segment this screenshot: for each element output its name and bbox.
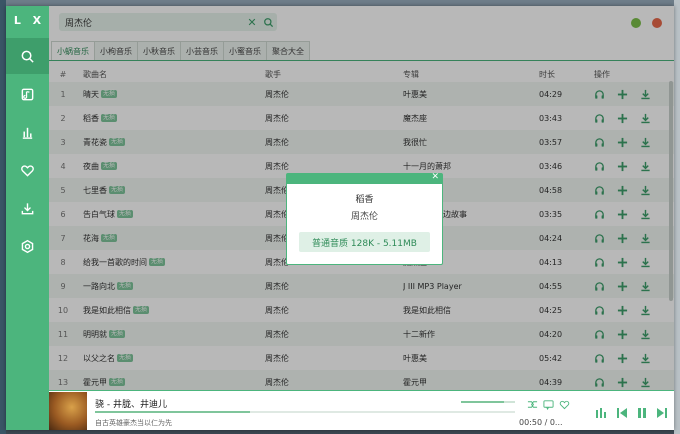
comment-icon[interactable] xyxy=(543,399,554,410)
sidebar-item-settings[interactable] xyxy=(6,228,49,264)
volume-slider[interactable] xyxy=(461,401,515,403)
progress-bar[interactable] xyxy=(95,411,515,413)
next-track-icon[interactable] xyxy=(655,406,669,420)
heart-icon xyxy=(21,164,34,177)
download-icon xyxy=(21,202,34,214)
leaderboard-icon xyxy=(22,127,33,139)
volume-fill xyxy=(461,401,505,403)
playlist-icon[interactable] xyxy=(594,406,608,420)
pause-icon[interactable] xyxy=(635,406,649,420)
player-bar: 骁 - 井胧、井迪儿 自古英雄豪杰当以仁为先 00:50 / 0... xyxy=(49,390,674,430)
songlist-icon xyxy=(21,88,34,100)
sidebar: L X xyxy=(6,6,49,430)
desktop-edge-right xyxy=(674,0,680,434)
album-cover[interactable] xyxy=(49,392,87,430)
sidebar-item-downloads[interactable] xyxy=(6,190,49,226)
sidebar-item-search[interactable] xyxy=(6,38,49,74)
sidebar-item-songlist[interactable] xyxy=(6,76,49,112)
download-quality-dialog: ✕ 稻香 周杰伦 普通音质 128K - 5.11MB xyxy=(286,172,443,265)
dialog-header: ✕ xyxy=(287,172,442,184)
app-logo: L X xyxy=(13,14,46,27)
sidebar-item-favorites[interactable] xyxy=(6,152,49,188)
heart-icon[interactable] xyxy=(559,399,570,410)
sidebar-item-leaderboard[interactable] xyxy=(6,114,49,150)
settings-icon xyxy=(21,239,34,253)
quality-option-button[interactable]: 普通音质 128K - 5.11MB xyxy=(299,232,430,252)
search-icon xyxy=(21,50,34,63)
prev-track-icon[interactable] xyxy=(615,406,629,420)
close-icon[interactable]: ✕ xyxy=(431,172,439,182)
lyric-toggle-icon[interactable] xyxy=(527,399,538,410)
now-playing-title: 骁 - 井胧、井迪儿 xyxy=(95,400,167,410)
dialog-singer: 周杰伦 xyxy=(350,212,378,222)
app-window: L X 周杰伦 ✕ 小蜗音乐 小枸音乐 小秋音乐 小芸音乐 小蜜音乐 聚合大全 … xyxy=(6,6,674,430)
progress-fill xyxy=(95,411,251,413)
lyric-line: 自古英雄豪杰当以仁为先 xyxy=(95,419,172,427)
dialog-song-title: 稻香 xyxy=(355,195,374,205)
play-time: 00:50 / 0... xyxy=(519,418,563,427)
